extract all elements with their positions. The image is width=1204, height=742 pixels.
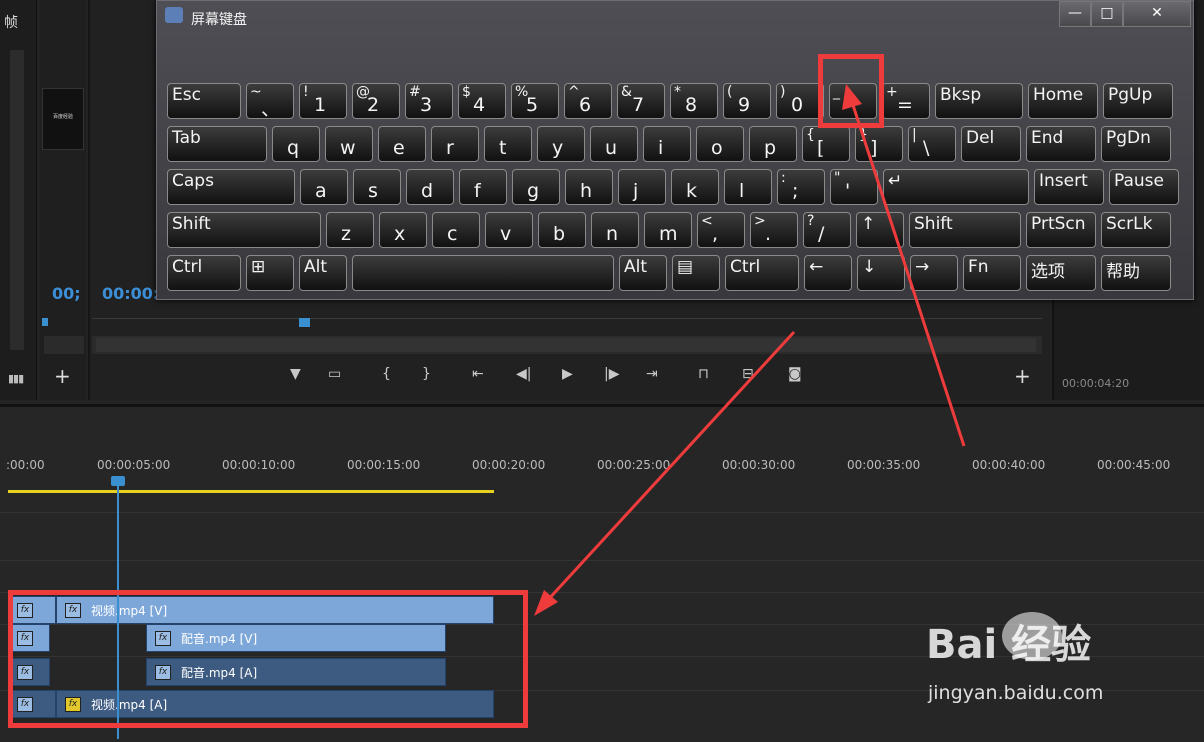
arrow-to-clips <box>544 330 796 604</box>
arrowhead-key <box>842 84 862 110</box>
watermark-brand: Bai 经验 <box>926 622 1092 668</box>
arrow-to-key <box>850 101 966 447</box>
watermark-url: jingyan.baidu.com <box>928 682 1104 704</box>
